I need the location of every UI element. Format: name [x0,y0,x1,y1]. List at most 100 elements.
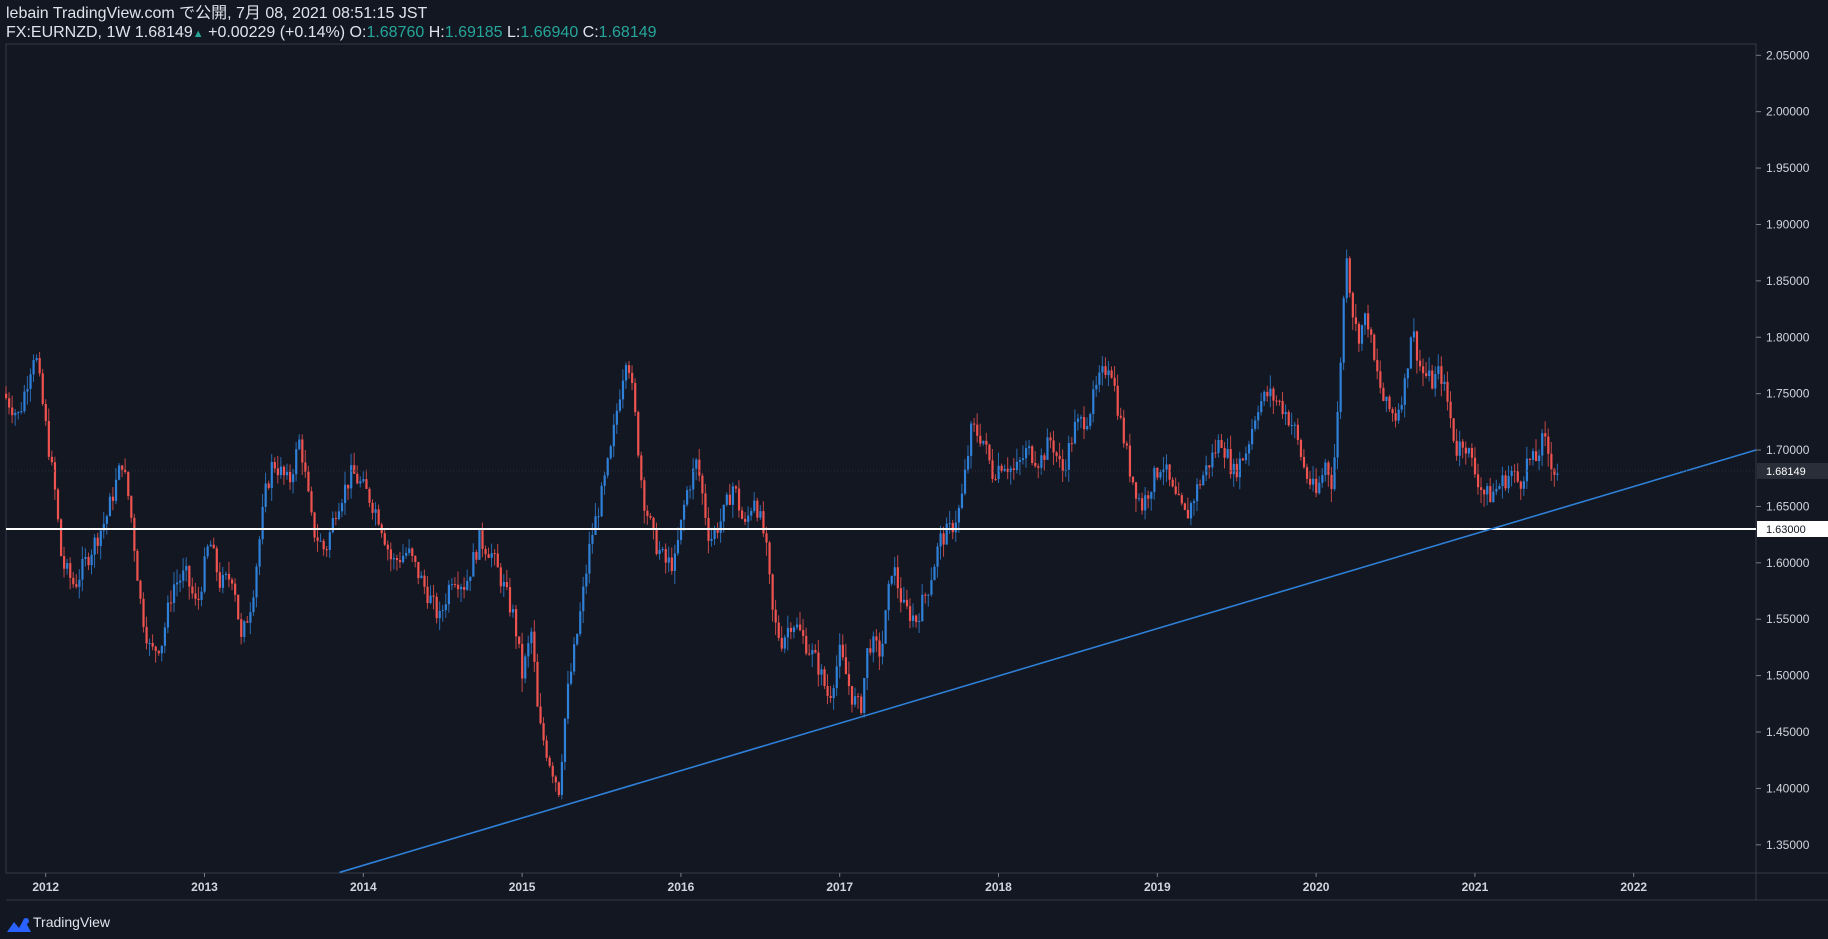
candle-body [890,575,893,584]
candle-body [212,544,215,549]
candle-body [1113,377,1116,386]
candle-body [997,465,1000,480]
candle-body [63,556,66,569]
candle-body [1525,458,1529,482]
candle-body [664,549,667,563]
candles-layer [5,249,1559,800]
candle-body [90,554,93,566]
candle-body [1244,453,1248,461]
candle-body [734,486,738,489]
hline-price-tag-label: 1.63000 [1766,524,1806,536]
drawings-layer[interactable] [6,449,1757,874]
candle-body [811,649,814,655]
candle-body [96,537,99,546]
candle-body [1000,465,1003,472]
candle-body [1437,366,1440,374]
candle-body [59,519,63,557]
y-tick-label: 1.65000 [1766,499,1810,513]
candle-body [505,581,509,588]
candle-body [908,606,912,621]
candle-body [1156,467,1159,478]
candle-body [954,522,957,533]
candle-body [411,548,414,557]
candle-body [1122,417,1125,444]
candle-body [1357,323,1361,344]
candle-body [353,465,356,474]
candle-body [1257,412,1260,421]
candle-body [631,372,634,384]
candle-body [78,579,81,587]
brand-label[interactable]: TradingView [33,914,110,930]
candle-body [1339,362,1342,412]
candle-body [1241,458,1245,461]
candle-body [1183,503,1187,510]
candle-body [1309,478,1312,485]
candle-body [792,627,796,632]
price-axis[interactable]: 2.05000 2.00000 1.95000 1.90000 1.85000 1.800… [1756,48,1828,852]
candle-body [1354,317,1358,324]
candle-body [924,594,927,596]
candle-body [548,757,551,766]
time-axis[interactable]: 2012 2013 2014 2015 2016 2017 2018 2019 2020 2021… [32,873,1647,894]
candle-body [878,640,881,657]
candle-body [857,696,860,698]
candle-body [991,460,994,479]
candle-body [139,580,142,599]
candle-body [1287,412,1290,426]
candle-body [481,530,484,549]
candle-body [866,648,869,679]
candle-body [1083,417,1086,430]
candle-body [1345,258,1348,299]
candle-body [1370,329,1373,335]
candle-body [408,548,411,553]
candle-body [203,556,206,592]
y-tick-label: 1.90000 [1766,217,1810,231]
candle-body [884,610,887,644]
tradingview-logo-icon[interactable] [6,916,32,939]
candle-body [1223,447,1226,458]
candle-body [1247,444,1251,454]
candle-body [191,586,194,594]
candle-body [124,469,127,472]
candle-body [979,435,982,444]
candle-body [81,558,84,580]
x-tick-label: 2017 [826,880,853,894]
candle-body [1452,418,1455,441]
candle-body [414,556,417,562]
candle-body [655,528,658,554]
candle-body [832,688,835,699]
candle-body [1312,478,1315,485]
candle-body [1086,426,1089,430]
candle-body [319,540,322,542]
candle-body [1269,388,1272,397]
candle-body [1281,400,1284,415]
candle-body [417,561,420,579]
y-tick-label: 1.80000 [1766,330,1810,344]
candle-body [579,611,582,634]
candle-body [121,465,124,470]
candle-body [1431,370,1434,389]
candle-body [1501,475,1504,487]
candle-body [1330,474,1333,490]
price-chart[interactable]: 2.05000 2.00000 1.95000 1.90000 1.85000 1.800… [0,0,1828,912]
x-tick-label: 2021 [1462,880,1489,894]
candle-body [1278,400,1281,402]
candle-body [331,518,334,533]
candle-body [1125,443,1128,446]
candle-body [1211,452,1214,468]
candle-body [172,584,176,604]
candle-body [8,398,11,408]
candle-body [1486,486,1489,495]
candle-body [823,669,826,686]
candle-body [26,388,29,392]
candle-body [328,532,331,550]
candle-body [518,636,521,644]
candle-body [921,594,924,622]
candle-body [1516,471,1519,482]
candle-body [902,599,906,603]
candle-body [698,459,701,476]
candle-body [453,584,457,586]
candle-body [484,548,487,555]
candle-body [1367,313,1370,330]
candle-body [689,489,692,491]
